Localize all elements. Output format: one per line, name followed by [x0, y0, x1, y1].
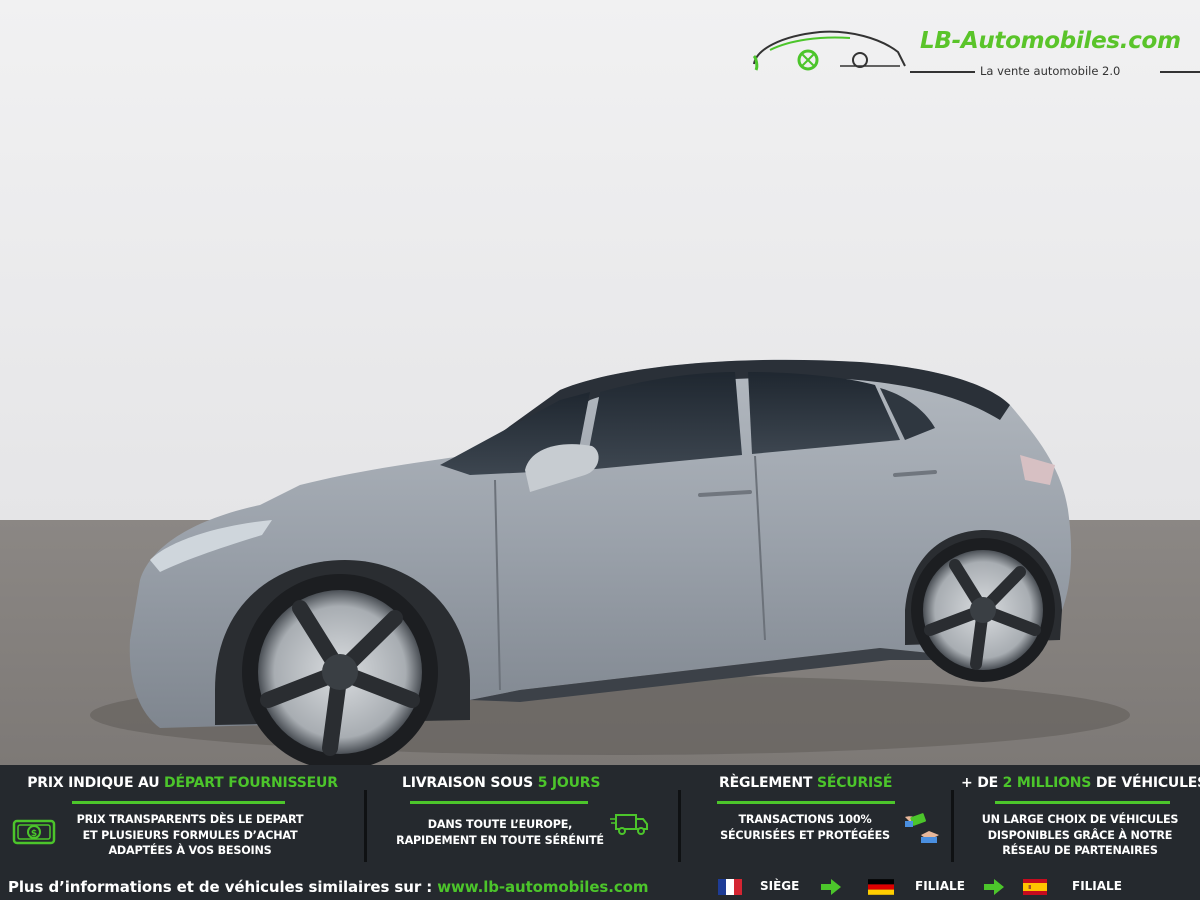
logo-divider-right	[1160, 71, 1200, 73]
heading-text: LIVRAISON SOUS	[402, 775, 538, 791]
logo-divider-left	[910, 71, 975, 73]
location-label-filiale-spain: FILIALE	[1072, 879, 1122, 893]
lb-automobiles-logo[interactable]: LB-Automobiles.com La vente automobile 2…	[750, 22, 1200, 82]
heading-highlight: 2 MILLIONS	[1002, 775, 1092, 791]
car-photo: LB-Automobiles.com La vente automobile 2…	[0, 0, 1200, 765]
feature-payment: RÈGLEMENT SÉCURISÉ TRANSACTIONS 100% SÉC…	[685, 765, 947, 865]
feature-delivery-heading: LIVRAISON SOUS 5 JOURS	[402, 775, 675, 791]
feature-price-heading: PRIX INDIQUE AU DÉPART FOURNISSEUR	[0, 775, 365, 791]
feature-payment-text: TRANSACTIONS 100% SÉCURISÉES ET PROTÉGÉE…	[720, 813, 890, 842]
heading-text: RÈGLEMENT	[719, 775, 817, 791]
feature-vehicles-text: UN LARGE CHOIX DE VÉHICULES DISPONIBLES …	[981, 813, 1179, 857]
germany-flag-icon	[868, 879, 894, 895]
payment-hands-icon	[903, 811, 941, 849]
heading-highlight: SÉCURISÉ	[816, 775, 893, 791]
spain-flag-icon	[1022, 879, 1048, 895]
logo-brand-name: LB-Automobiles.com	[920, 28, 1181, 54]
green-underline	[410, 801, 588, 804]
svg-text:$: $	[31, 829, 37, 839]
car-photo-illustration	[0, 0, 1200, 765]
arrow-right-icon	[820, 878, 842, 900]
green-underline	[995, 801, 1170, 804]
delivery-truck-icon	[610, 811, 650, 841]
feature-delivery: LIVRAISON SOUS 5 JOURS DANS TOUTE L’EURO…	[370, 765, 675, 865]
arrow-right-icon	[983, 878, 1005, 900]
banner-divider	[678, 790, 681, 862]
heading-text: + DE	[961, 775, 1003, 791]
location-label-filiale-germany: FILIALE	[915, 879, 965, 893]
car-outline-logo-icon	[752, 30, 906, 71]
more-info-text: Plus d’informations et de véhicules simi…	[8, 878, 438, 896]
feature-price: PRIX INDIQUE AU DÉPART FOURNISSEUR $ PRI…	[0, 765, 365, 865]
heading-text: PRIX INDIQUE AU	[27, 775, 165, 791]
money-bill-icon: $	[12, 819, 56, 849]
heading-highlight: 5 JOURS	[537, 775, 601, 791]
green-underline	[717, 801, 895, 804]
location-label-siege: SIÈGE	[760, 879, 800, 893]
banner-divider	[951, 790, 954, 862]
feature-payment-heading: RÈGLEMENT SÉCURISÉ	[719, 775, 947, 791]
france-flag-icon	[717, 879, 743, 895]
feature-vehicles-heading: + DE 2 MILLIONS DE VÉHICULES	[961, 775, 1200, 791]
banner-divider	[364, 790, 367, 862]
heading-text: DE VÉHICULES	[1091, 775, 1200, 791]
feature-price-text: PRIX TRANSPARENTS DÈS LE DEPART ET PLUSI…	[76, 813, 304, 857]
green-underline	[72, 801, 285, 804]
feature-delivery-text: DANS TOUTE L’EUROPE, RAPIDEMENT EN TOUTE…	[396, 818, 604, 847]
heading-highlight: DÉPART FOURNISSEUR	[164, 775, 338, 791]
logo-tagline: La vente automobile 2.0	[980, 64, 1121, 78]
more-info-line: Plus d’informations et de véhicules simi…	[8, 878, 648, 896]
feature-vehicles: + DE 2 MILLIONS DE VÉHICULES UN LARGE CH…	[955, 765, 1200, 865]
website-link[interactable]: www.lb-automobiles.com	[437, 878, 648, 896]
info-banner: PRIX INDIQUE AU DÉPART FOURNISSEUR $ PRI…	[0, 765, 1200, 900]
